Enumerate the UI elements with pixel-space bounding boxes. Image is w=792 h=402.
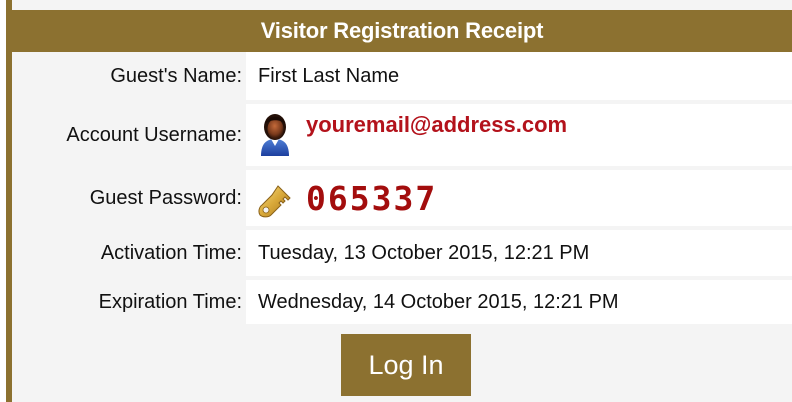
expiration-time-row: Expiration Time: Wednesday, 14 October 2…	[12, 280, 792, 324]
guest-name-row: Guest's Name: First Last Name	[12, 52, 792, 100]
expiration-time-value-cell: Wednesday, 14 October 2015, 12:21 PM	[246, 280, 792, 324]
key-icon	[258, 182, 294, 218]
guest-name-label: Guest's Name:	[12, 52, 242, 100]
guest-password-value-cell: 065337	[246, 170, 792, 226]
activation-time-value: Tuesday, 13 October 2015, 12:21 PM	[258, 241, 590, 264]
expiration-time-value: Wednesday, 14 October 2015, 12:21 PM	[258, 290, 619, 313]
guest-name-value-cell: First Last Name	[246, 52, 792, 100]
activation-time-row: Activation Time: Tuesday, 13 October 201…	[12, 230, 792, 276]
account-username-value-cell: youremail@address.com	[246, 104, 792, 166]
guest-password-value: 065337	[306, 178, 438, 218]
activation-time-value-cell: Tuesday, 13 October 2015, 12:21 PM	[246, 230, 792, 276]
receipt-title: Visitor Registration Receipt	[12, 10, 792, 52]
log-in-button[interactable]: Log In	[341, 334, 471, 396]
account-username-row: Account Username: youremail@address.com	[12, 104, 792, 166]
guest-password-row: Guest Password: 065337	[12, 170, 792, 226]
activation-time-label: Activation Time:	[12, 230, 242, 276]
account-username-label: Account Username:	[12, 104, 242, 166]
account-username-value: youremail@address.com	[306, 112, 568, 137]
user-avatar-icon	[258, 112, 292, 158]
guest-password-label: Guest Password:	[12, 170, 242, 226]
guest-name-value: First Last Name	[258, 64, 400, 87]
expiration-time-label: Expiration Time:	[12, 280, 242, 324]
